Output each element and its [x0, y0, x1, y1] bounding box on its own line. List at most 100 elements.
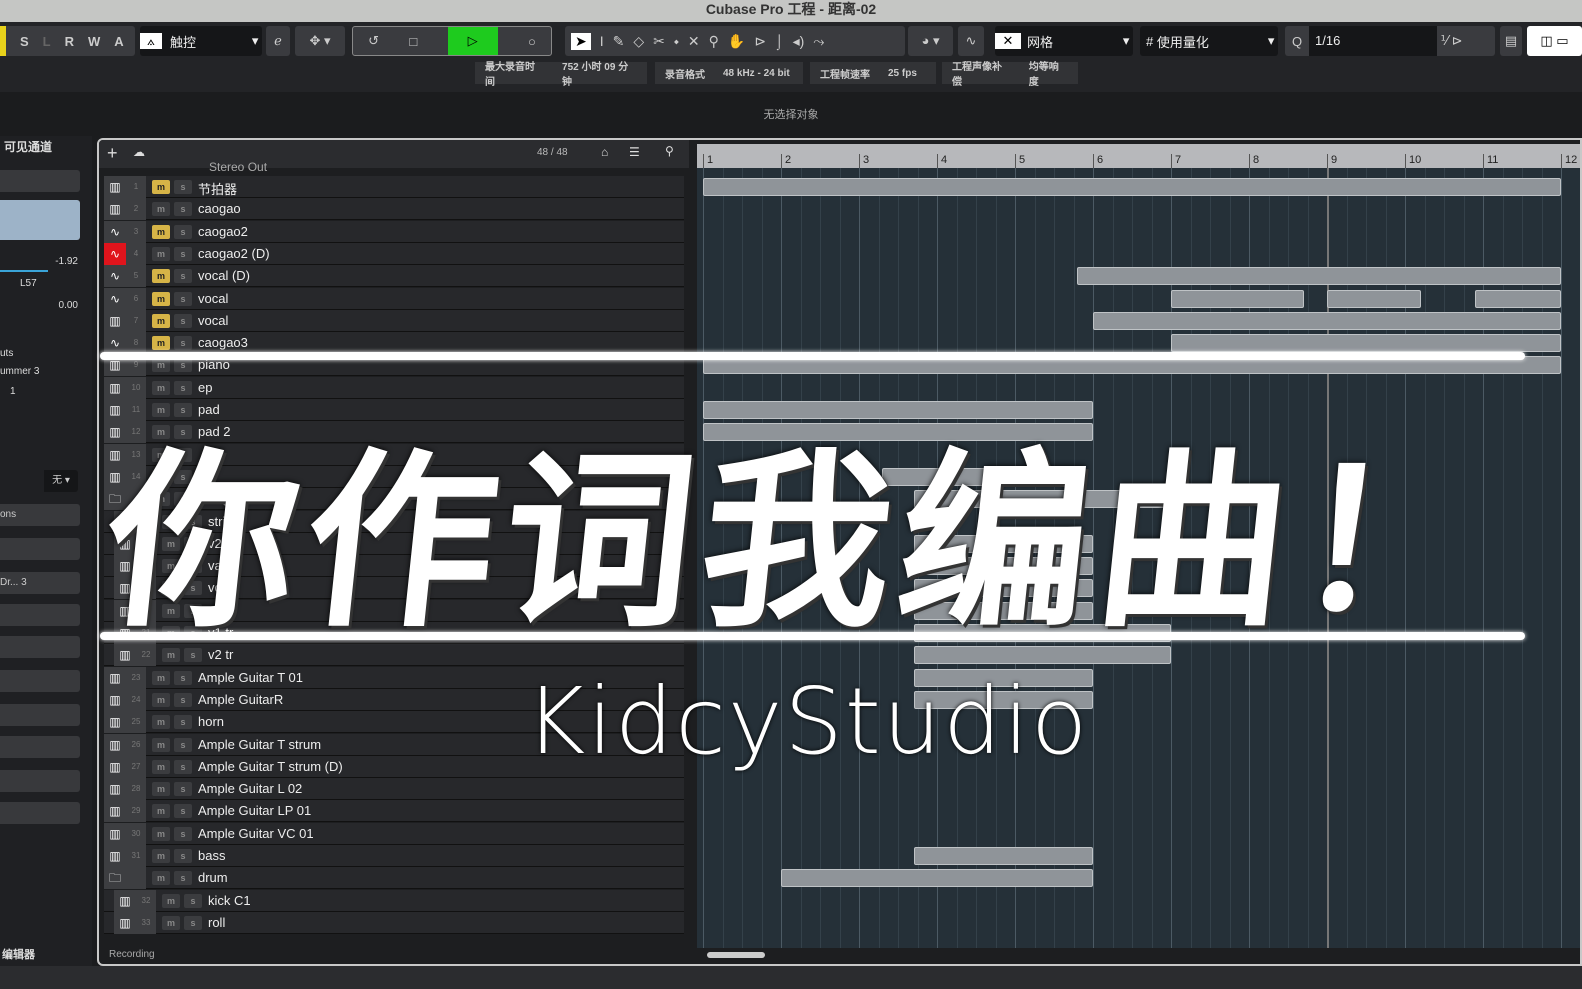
- iterative-icon[interactable]: ⊳: [1452, 33, 1463, 49]
- solo-button[interactable]: s: [174, 804, 192, 819]
- solo-button[interactable]: s: [184, 915, 202, 930]
- mute-button[interactable]: m: [152, 737, 170, 752]
- glue-icon[interactable]: ⬩: [674, 33, 679, 50]
- solo-button[interactable]: s: [174, 246, 192, 261]
- eraser-icon[interactable]: ◇: [633, 33, 644, 50]
- mute-button[interactable]: m: [152, 759, 170, 774]
- track-row[interactable]: ▥ 28 m s Ample Guitar L 02: [104, 778, 684, 801]
- horizontal-scrollbar[interactable]: [707, 952, 765, 958]
- triplet-icon[interactable]: ⅟: [1437, 33, 1452, 49]
- section-9[interactable]: [0, 770, 80, 792]
- delay-value[interactable]: 0.00: [59, 300, 78, 311]
- track-name[interactable]: horn: [198, 714, 224, 729]
- track-name[interactable]: Ample Guitar VC 01: [198, 826, 314, 841]
- event-clip[interactable]: [1171, 334, 1561, 353]
- track-name[interactable]: Ample Guitar T strum (D): [198, 759, 343, 774]
- event-clip[interactable]: [1475, 289, 1561, 308]
- solo-button[interactable]: s: [174, 291, 192, 306]
- track-name[interactable]: caogao3: [198, 335, 248, 350]
- mute-button[interactable]: m: [152, 269, 170, 284]
- track-row[interactable]: ∿ 4 m s caogao2 (D): [104, 242, 684, 265]
- section-7[interactable]: [0, 704, 80, 726]
- solo-button[interactable]: s: [174, 692, 192, 707]
- solo-button[interactable]: s: [174, 358, 192, 373]
- solo-button[interactable]: s: [174, 782, 192, 797]
- solo-button[interactable]: s: [174, 759, 192, 774]
- solo-button[interactable]: s: [174, 313, 192, 328]
- track-name[interactable]: 节拍器: [198, 179, 237, 198]
- list-icon[interactable]: ☰: [629, 145, 640, 159]
- mute-button[interactable]: m: [152, 224, 170, 239]
- track-name[interactable]: Ample Guitar T strum: [198, 737, 321, 752]
- snap-icon[interactable]: ✥ ▾: [295, 26, 345, 56]
- solo-button[interactable]: s: [174, 826, 192, 841]
- quantize-mode-select[interactable]: # 使用量化 ▾: [1140, 26, 1278, 56]
- layout-icon[interactable]: ◫ ▭: [1527, 26, 1582, 56]
- track-row[interactable]: ▥ 31 m s bass: [104, 845, 684, 867]
- track-name[interactable]: Ample Guitar L 02: [198, 781, 302, 796]
- automation-mode-select[interactable]: ⟑ 触控 ▾: [140, 26, 262, 56]
- event-clip[interactable]: [781, 869, 1093, 888]
- track-name[interactable]: Ample Guitar LP 01: [198, 803, 311, 818]
- quantize-value-select[interactable]: Q 1/16 ⅟ ⊳: [1285, 26, 1495, 56]
- track-presets-icon[interactable]: ☁: [133, 145, 145, 159]
- track-row[interactable]: ▥ 2 m s caogao: [104, 198, 684, 221]
- mode-l[interactable]: L: [43, 34, 51, 49]
- mute-button[interactable]: m: [152, 849, 170, 863]
- event-clip[interactable]: [703, 178, 1561, 196]
- solo-button[interactable]: s: [174, 336, 192, 351]
- track-name[interactable]: caogao2 (D): [198, 246, 270, 261]
- warp-icon[interactable]: ⤳: [813, 33, 824, 50]
- sections-tab[interactable]: ons: [0, 504, 80, 526]
- event-clip[interactable]: [1171, 289, 1304, 308]
- mute-button[interactable]: m: [152, 670, 170, 685]
- section-4[interactable]: [0, 604, 80, 626]
- track-name[interactable]: caogao2: [198, 224, 248, 239]
- zoom-icon[interactable]: ⚲: [709, 33, 719, 50]
- mute-button[interactable]: m: [152, 202, 170, 217]
- edit-icon[interactable]: ℯ: [266, 26, 290, 56]
- mixer-icon[interactable]: ▤: [1500, 26, 1522, 56]
- volume-slider[interactable]: [0, 270, 48, 272]
- track-row[interactable]: ▥ 1 m s 节拍器: [104, 176, 684, 198]
- mute-button[interactable]: m: [152, 246, 170, 261]
- track-name[interactable]: vocal (D): [198, 268, 250, 283]
- editor-tab[interactable]: 编辑器: [2, 946, 35, 962]
- section-5[interactable]: [0, 636, 80, 658]
- mode-r[interactable]: R: [65, 34, 74, 49]
- mute-button[interactable]: m: [152, 313, 170, 328]
- scissors-icon[interactable]: ✂: [653, 33, 665, 50]
- record-icon[interactable]: ○: [528, 34, 536, 49]
- track-row[interactable]: ▥ 30 m s Ample Guitar VC 01: [104, 822, 684, 845]
- speaker-icon[interactable]: ◂): [793, 33, 805, 50]
- grid-type-select[interactable]: ✕ 网格 ▾: [995, 26, 1133, 56]
- track-row[interactable]: ∿ 5 m s vocal (D): [104, 265, 684, 288]
- range-icon[interactable]: I: [600, 33, 604, 49]
- mute-button[interactable]: m: [152, 291, 170, 306]
- pan-value[interactable]: L57: [20, 278, 37, 289]
- mute-button[interactable]: m: [152, 180, 170, 194]
- track-row[interactable]: ▥ 33 m s roll: [104, 911, 684, 934]
- mode-s[interactable]: S: [20, 34, 29, 49]
- track-name[interactable]: kick C1: [208, 893, 251, 908]
- channel-value[interactable]: 1: [10, 386, 16, 397]
- none-select[interactable]: 无 ▾: [44, 470, 78, 492]
- pointer-icon[interactable]: ➤: [571, 32, 591, 50]
- track-name-field[interactable]: [0, 170, 80, 192]
- mute-button[interactable]: m: [152, 715, 170, 730]
- mute-button[interactable]: m: [152, 782, 170, 797]
- volume-value[interactable]: -1.92: [55, 256, 78, 267]
- mode-w[interactable]: W: [88, 34, 100, 49]
- mute-tool-icon[interactable]: ✕: [688, 33, 700, 50]
- track-row[interactable]: ∿ 3 m s caogao2: [104, 220, 684, 243]
- mute-button[interactable]: m: [152, 358, 170, 373]
- add-track-icon[interactable]: +: [107, 143, 118, 164]
- track-name[interactable]: roll: [208, 915, 225, 930]
- event-clip[interactable]: [913, 847, 1093, 865]
- track-row[interactable]: ▥ 7 m s vocal: [104, 309, 684, 332]
- track-name[interactable]: vocal: [198, 291, 228, 306]
- drummer-tab[interactable]: Dr... 3: [0, 572, 80, 594]
- solo-button[interactable]: s: [174, 224, 192, 239]
- visibility-icon[interactable]: ⌂: [601, 145, 608, 159]
- solo-button[interactable]: s: [174, 871, 192, 886]
